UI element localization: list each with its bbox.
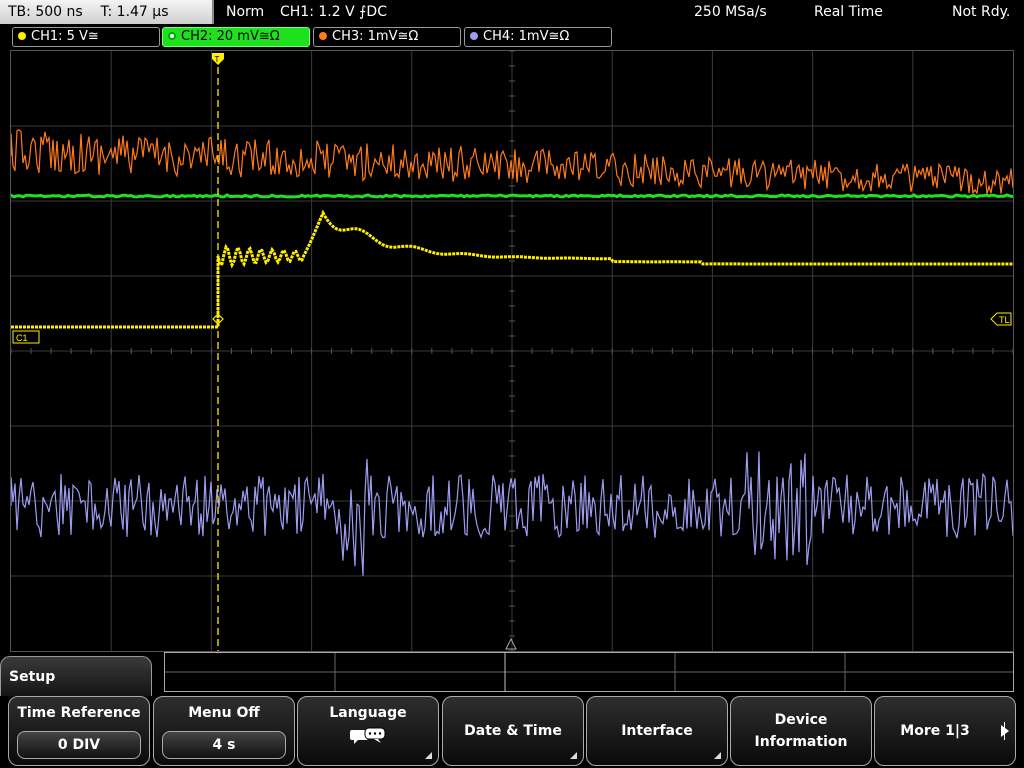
- record-overview-strip: [164, 652, 1014, 692]
- graticule: [11, 51, 1013, 651]
- status-bar: TB: 500 ns T: 1.47 µs Norm CH1: 1.2 V ⨍D…: [0, 0, 1024, 26]
- ch3-color-dot: [319, 32, 327, 40]
- menu-off-label: Menu Off: [188, 705, 260, 721]
- time-reference-marker: [505, 637, 517, 650]
- channel-label: CH2: 20 mV≅Ω: [181, 29, 280, 44]
- waveform-canvas: T C1 TL: [11, 51, 1013, 651]
- menu-title-tab: Setup: [0, 656, 152, 696]
- ch2-color-dot: [168, 32, 176, 40]
- date-time-label: Date & Time: [464, 723, 562, 739]
- trigger-mode[interactable]: Norm: [226, 0, 264, 24]
- language-softkey[interactable]: Language: [297, 696, 439, 766]
- waveform-display[interactable]: T C1 TL: [10, 50, 1014, 652]
- channel-label: CH3: 1mV≅Ω: [332, 29, 419, 44]
- channel-tab-ch1[interactable]: CH1: 5 V≅: [12, 27, 160, 47]
- device-information-line2: Information: [754, 734, 848, 750]
- trigger-level-label: TL: [999, 315, 1010, 325]
- more-softkey[interactable]: More 1|3: [874, 696, 1016, 766]
- trigger-time-label: T: 1.47 µs: [100, 4, 169, 20]
- device-information-softkey[interactable]: Device Information: [730, 696, 872, 766]
- channel-tab-ch2[interactable]: CH2: 20 mV≅Ω: [162, 27, 310, 47]
- channel-tab-ch4[interactable]: CH4: 1mV≅Ω: [464, 27, 612, 47]
- channel-bar: CH1: 5 V≅ CH2: 20 mV≅Ω CH3: 1mV≅Ω CH4: 1…: [0, 26, 1024, 48]
- overview-grid: [165, 653, 1013, 691]
- submenu-indicator-icon: [425, 752, 432, 759]
- channel-label: CH4: 1mV≅Ω: [483, 29, 570, 44]
- speech-bubbles-icon: [350, 727, 386, 744]
- trigger-status: Not Rdy.: [952, 4, 1011, 20]
- ch4-color-dot: [470, 32, 478, 40]
- time-reference-softkey[interactable]: Time Reference 0 DIV: [8, 696, 150, 766]
- menu-off-softkey[interactable]: Menu Off 4 s: [153, 696, 295, 766]
- trigger-level-marker[interactable]: TL: [990, 312, 1012, 326]
- interface-label: Interface: [621, 723, 693, 739]
- timebase-box[interactable]: TB: 500 ns T: 1.47 µs: [0, 0, 214, 24]
- menu-off-value[interactable]: 4 s: [162, 731, 286, 759]
- menu-title: Setup: [9, 669, 56, 685]
- submenu-indicator-icon: [714, 752, 721, 759]
- more-label: More 1|3: [900, 723, 970, 739]
- ch1-offset-marker[interactable]: C1: [12, 330, 40, 344]
- ch1-marker-label: C1: [16, 333, 28, 343]
- timebase-label: TB: 500 ns: [8, 4, 83, 20]
- device-information-line1: Device: [774, 712, 828, 728]
- acquisition-mode: Real Time: [814, 4, 883, 20]
- time-reference-label: Time Reference: [17, 705, 141, 721]
- date-time-softkey[interactable]: Date & Time: [442, 696, 584, 766]
- submenu-indicator-icon: [570, 752, 577, 759]
- channel-label: CH1: 5 V≅: [31, 29, 99, 44]
- interface-softkey[interactable]: Interface: [586, 696, 728, 766]
- language-label: Language: [329, 705, 407, 721]
- trigger-info[interactable]: CH1: 1.2 V ⨍DC: [280, 0, 387, 24]
- channel-tab-ch3[interactable]: CH3: 1mV≅Ω: [313, 27, 461, 47]
- next-page-arrow-icon: [1001, 725, 1009, 737]
- ch1-color-dot: [18, 32, 26, 40]
- trigger-marker-letter: T: [215, 55, 220, 64]
- sample-rate: 250 MSa/s: [694, 4, 767, 20]
- time-reference-value[interactable]: 0 DIV: [17, 731, 141, 759]
